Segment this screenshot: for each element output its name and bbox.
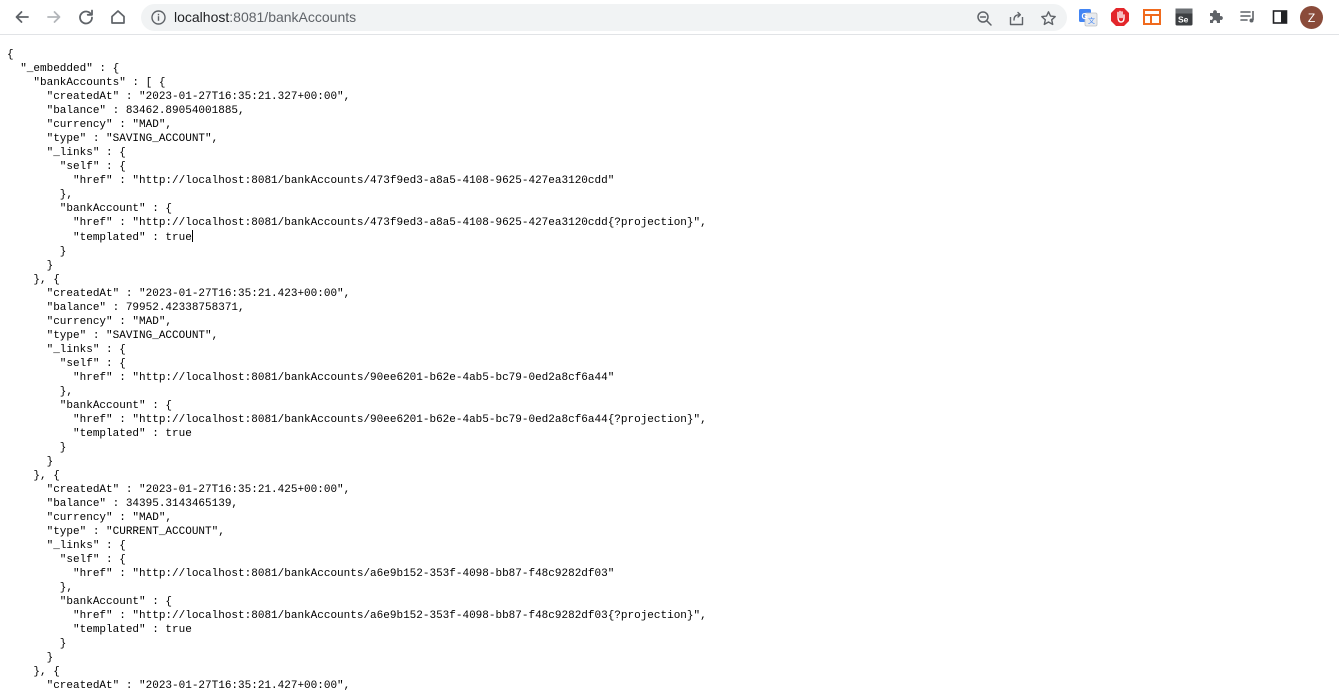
json-line: "balance" : 79952.42338758371, — [7, 302, 245, 314]
json-line: "_links" : { — [7, 344, 126, 356]
url-host: localhost — [174, 9, 230, 25]
json-line: "href" : "http://localhost:8081/bankAcco… — [7, 175, 615, 187]
json-line: { — [7, 49, 14, 61]
translate-icon: G 文 — [1079, 9, 1098, 27]
json-line: "bankAccounts" : [ { — [7, 77, 166, 89]
puzzle-icon — [1210, 10, 1223, 23]
selenium-ide-extension[interactable]: Se — [1174, 6, 1194, 28]
adblock-extension[interactable] — [1110, 6, 1130, 28]
json-line: "templated" : true — [7, 428, 192, 440]
json-line: "href" : "http://localhost:8081/bankAcco… — [7, 372, 615, 384]
json-line: "bankAccount" : { — [7, 203, 173, 215]
star-icon — [1040, 10, 1056, 25]
json-line: "self" : { — [7, 554, 126, 566]
forward-arrow-icon — [47, 11, 61, 23]
svg-text:文: 文 — [1088, 16, 1095, 25]
share-icon — [1009, 11, 1023, 25]
home-button[interactable] — [105, 4, 131, 30]
json-text: { "_embedded" : { "bankAccounts" : [ { "… — [7, 48, 707, 693]
json-line: "self" : { — [7, 358, 126, 370]
extensions-button[interactable] — [1206, 6, 1226, 28]
reload-button[interactable] — [73, 4, 99, 30]
selenium-icon: Se — [1175, 8, 1193, 26]
profile-avatar[interactable]: Z — [1300, 6, 1323, 29]
playlist-icon — [1240, 11, 1254, 23]
profile-initial: Z — [1307, 10, 1316, 25]
address-bar[interactable]: localhost:8081/bankAccounts — [141, 4, 1067, 31]
site-info-icon[interactable] — [150, 9, 167, 26]
json-viewer: { "_embedded" : { "bankAccounts" : [ { "… — [7, 48, 707, 693]
json-line: "bankAccount" : { — [7, 596, 173, 608]
json-line: }, — [7, 189, 74, 201]
svg-text:G: G — [1082, 12, 1088, 21]
home-icon — [111, 10, 125, 24]
json-line: } — [7, 456, 54, 468]
google-translate-extension[interactable]: G 文 — [1078, 6, 1098, 28]
text-cursor — [191, 230, 193, 242]
side-panel-button[interactable] — [1270, 6, 1290, 28]
layout-grid-icon — [1143, 9, 1161, 25]
json-line: "_links" : { — [7, 147, 126, 159]
url-text[interactable]: localhost:8081/bankAccounts — [174, 9, 356, 26]
json-line: "href" : "http://localhost:8081/bankAcco… — [7, 568, 615, 580]
json-line: "_links" : { — [7, 540, 126, 552]
json-line: }, { — [7, 666, 60, 678]
json-line: "createdAt" : "2023-01-27T16:35:21.425+0… — [7, 484, 351, 496]
url-path: :8081/bankAccounts — [229, 9, 357, 25]
magnifier-icon — [976, 10, 992, 26]
json-line: "currency" : "MAD", — [7, 512, 173, 524]
svg-text:Se: Se — [1178, 15, 1189, 25]
zoom-button[interactable] — [973, 7, 995, 29]
json-line: "createdAt" : "2023-01-27T16:35:21.327+0… — [7, 91, 351, 103]
json-line: "balance" : 34395.3143465139, — [7, 498, 239, 510]
json-line: "templated" : true — [7, 232, 192, 244]
json-line: } — [7, 652, 54, 664]
json-line: "createdAt" : "2023-01-27T16:35:21.427+0… — [7, 680, 351, 692]
json-line: "type" : "CURRENT_ACCOUNT", — [7, 526, 225, 538]
side-panel-icon — [1272, 10, 1288, 24]
forward-button[interactable] — [41, 4, 67, 30]
json-line: "balance" : 83462.89054001885, — [7, 105, 245, 117]
media-control-button[interactable] — [1238, 6, 1258, 28]
json-line: } — [7, 260, 54, 272]
json-line: "type" : "SAVING_ACCOUNT", — [7, 133, 219, 145]
json-line: "currency" : "MAD", — [7, 119, 173, 131]
json-line: "type" : "SAVING_ACCOUNT", — [7, 330, 219, 342]
json-line: "href" : "http://localhost:8081/bankAcco… — [7, 217, 707, 229]
json-line: "href" : "http://localhost:8081/bankAcco… — [7, 414, 707, 426]
stop-hand-icon — [1111, 8, 1129, 26]
json-line: } — [7, 246, 67, 258]
bookmark-button[interactable] — [1037, 7, 1059, 29]
json-line: "createdAt" : "2023-01-27T16:35:21.423+0… — [7, 288, 351, 300]
json-line: "href" : "http://localhost:8081/bankAcco… — [7, 610, 707, 622]
json-line: } — [7, 442, 67, 454]
json-line: "bankAccount" : { — [7, 400, 173, 412]
json-line: } — [7, 638, 67, 650]
share-button[interactable] — [1005, 7, 1027, 29]
json-line: }, — [7, 386, 74, 398]
json-line: }, { — [7, 470, 60, 482]
layout-extension[interactable] — [1142, 6, 1162, 28]
json-line: "self" : { — [7, 161, 126, 173]
json-line: "_embedded" : { — [7, 63, 120, 75]
back-button[interactable] — [9, 4, 35, 30]
json-line: "currency" : "MAD", — [7, 316, 173, 328]
browser-toolbar: localhost:8081/bankAccounts G 文 Se Z — [0, 0, 1339, 35]
json-line: "templated" : true — [7, 624, 192, 636]
reload-icon — [79, 9, 93, 25]
json-line: }, { — [7, 274, 60, 286]
back-arrow-icon — [15, 11, 29, 23]
json-line: }, — [7, 582, 74, 594]
